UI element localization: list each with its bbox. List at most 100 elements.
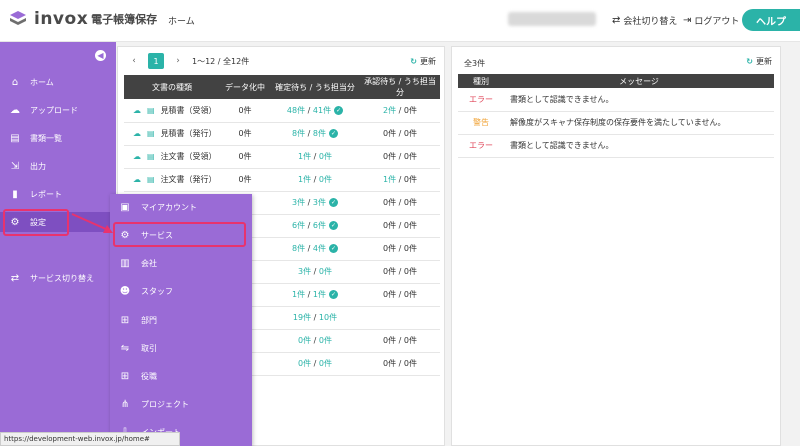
prev-page-icon[interactable]: ‹ xyxy=(126,53,142,69)
upload-icon: ☁ xyxy=(10,104,20,116)
table-row[interactable]: エラー 書類として認識できません。 xyxy=(458,134,774,158)
confirm-mine-link[interactable]: 0件 xyxy=(319,175,332,184)
file-icon: ▤ xyxy=(147,129,155,138)
submenu-item-project[interactable]: ⋔ プロジェクト xyxy=(110,394,252,414)
table-row[interactable]: ☁ ▤ 注文書（受領） 0件 1件 / 0件 0件 / 0件 xyxy=(124,145,440,169)
confirm-count-link[interactable]: 3件 xyxy=(292,198,305,207)
help-button[interactable]: ヘルプ xyxy=(742,9,800,31)
export-icon: ⇲ xyxy=(10,160,20,172)
submenu-item-company[interactable]: ▥ 会社 xyxy=(110,253,252,273)
sidebar-item-label: アップロード xyxy=(30,105,78,115)
annotation-arrow xyxy=(71,213,113,233)
sidebar-item-switch-service[interactable]: ⇄ サービス切り替え xyxy=(0,268,116,288)
confirm-count-link[interactable]: 48件 xyxy=(287,106,305,115)
confirm-count-link[interactable]: 1件 xyxy=(298,152,311,161)
sidebar-item-home[interactable]: ⌂ ホーム xyxy=(0,72,116,92)
switch-company-link[interactable]: ⇄ 会社切り替え xyxy=(612,14,677,27)
table-row[interactable]: ☁ ▤ 見積書（発行） 0件 8件 / 8件 ✓ 0件 / 0件 xyxy=(124,122,440,146)
switch-company-label: 会社切り替え xyxy=(623,17,678,27)
sidebar-item-documents[interactable]: ▤ 書類一覧 xyxy=(0,128,116,148)
message-type: エラー xyxy=(458,88,504,112)
table-row[interactable]: 警告 解像度がスキャナ保存制度の保存要件を満たしていません。 xyxy=(458,111,774,135)
confirm-cell: 3件 / 0件 xyxy=(270,260,360,284)
refresh-icon: ↻ xyxy=(410,57,417,66)
table-row[interactable]: エラー 書類として認識できません。 xyxy=(458,88,774,112)
confirm-mine-link[interactable]: 6件 xyxy=(313,221,326,230)
next-page-icon[interactable]: › xyxy=(170,53,186,69)
download-icon[interactable]: ☁ xyxy=(133,175,141,184)
sidebar-item-report[interactable]: ▮ レポート xyxy=(0,184,116,204)
confirm-count-link[interactable]: 19件 xyxy=(293,313,311,322)
confirm-cell: 0件 / 0件 xyxy=(270,352,360,376)
approve-cell: 0件 / 0件 xyxy=(360,122,440,146)
submenu-item-label: 会社 xyxy=(141,258,157,268)
confirm-cell: 48件 / 41件 ✓ xyxy=(270,99,360,123)
approve-mine: 0件 xyxy=(403,290,417,299)
sidebar-item-export[interactable]: ⇲ 出力 xyxy=(0,156,116,176)
submenu-item-label: スタッフ xyxy=(141,286,173,296)
submenu-item-department[interactable]: ⊞ 部門 xyxy=(110,310,252,330)
message-type: エラー xyxy=(458,134,504,158)
download-icon[interactable]: ☁ xyxy=(133,106,141,115)
logo[interactable]: invox 電子帳簿保存 xyxy=(8,9,157,29)
confirm-mine-link[interactable]: 0件 xyxy=(319,152,332,161)
table-row[interactable]: ☁ ▤ 注文書（発行） 0件 1件 / 0件 1件 / 0件 xyxy=(124,168,440,192)
download-icon[interactable]: ☁ xyxy=(133,152,141,161)
doc-type-label: 注文書（発行） xyxy=(160,175,217,184)
collapse-sidebar-icon[interactable]: ◀ xyxy=(95,50,106,61)
message-type: 警告 xyxy=(458,111,504,135)
approve-count: 0件 xyxy=(383,267,397,276)
confirm-cell: 6件 / 6件 ✓ xyxy=(270,214,360,238)
confirm-count-link[interactable]: 8件 xyxy=(292,244,305,253)
approve-mine: 0件 xyxy=(403,198,417,207)
message-text: 書類として認識できません。 xyxy=(504,134,774,158)
approve-cell: 0件 / 0件 xyxy=(360,260,440,284)
approve-count[interactable]: 2件 xyxy=(383,106,396,115)
logout-link[interactable]: ⇥ ログアウト xyxy=(683,14,739,27)
sidebar-item-upload[interactable]: ☁ アップロード xyxy=(0,100,116,120)
confirm-count-link[interactable]: 0件 xyxy=(298,359,311,368)
confirm-mine-link[interactable]: 1件 xyxy=(313,290,326,299)
confirm-mine-link[interactable]: 10件 xyxy=(319,313,337,322)
download-icon[interactable]: ☁ xyxy=(133,129,141,138)
confirm-cell: 0件 / 0件 xyxy=(270,329,360,353)
submenu-item-transaction[interactable]: ⇋ 取引 xyxy=(110,338,252,358)
submenu-item-my-account[interactable]: ▣ マイアカウント xyxy=(110,197,252,217)
confirm-mine-link[interactable]: 0件 xyxy=(319,336,332,345)
refresh-button[interactable]: ↻ 更新 xyxy=(410,56,436,67)
approve-cell: 1件 / 0件 xyxy=(360,168,440,192)
approve-cell: 0件 / 0件 xyxy=(360,237,440,261)
table-row[interactable]: ☁ ▤ 見積書（受領） 0件 48件 / 41件 ✓ 2件 / 0件 xyxy=(124,99,440,123)
submenu-item-label: マイアカウント xyxy=(141,202,197,212)
submenu-item-staff[interactable]: ☻ スタッフ xyxy=(110,281,252,301)
message-text: 書類として認識できません。 xyxy=(504,88,774,112)
message-text: 解像度がスキャナ保存制度の保存要件を満たしていません。 xyxy=(504,111,774,135)
submenu-item-position[interactable]: ⊞ 役職 xyxy=(110,366,252,386)
check-circle-icon: ✓ xyxy=(328,244,338,253)
digitizing-cell: 0件 xyxy=(220,168,270,192)
confirm-mine-link[interactable]: 41件 xyxy=(313,106,331,115)
approve-cell xyxy=(360,306,440,330)
doc-type-cell: ☁ ▤ 注文書（発行） xyxy=(124,168,220,192)
message-count: 全3件 xyxy=(464,59,486,68)
approve-cell: 0件 / 0件 xyxy=(360,214,440,238)
current-page-button[interactable]: 1 xyxy=(148,53,164,69)
doc-type-cell: ☁ ▤ 見積書（受領） xyxy=(124,99,220,123)
confirm-count-link[interactable]: 0件 xyxy=(298,336,311,345)
nav-home-link[interactable]: ホーム xyxy=(168,14,195,27)
confirm-mine-link[interactable]: 3件 xyxy=(313,198,326,207)
confirm-count-link[interactable]: 1件 xyxy=(298,175,311,184)
refresh-button[interactable]: ↻ 更新 xyxy=(746,56,772,67)
project-icon: ⋔ xyxy=(120,398,130,410)
confirm-mine-link[interactable]: 0件 xyxy=(319,267,332,276)
check-circle-icon: ✓ xyxy=(328,221,338,230)
confirm-mine-link[interactable]: 0件 xyxy=(319,359,332,368)
confirm-count-link[interactable]: 3件 xyxy=(298,267,311,276)
confirm-count-link[interactable]: 6件 xyxy=(292,221,305,230)
table-header-row: 種別 メッセージ xyxy=(458,74,774,88)
approve-count[interactable]: 1件 xyxy=(383,175,396,184)
confirm-mine-link[interactable]: 8件 xyxy=(313,129,326,138)
confirm-mine-link[interactable]: 4件 xyxy=(313,244,326,253)
confirm-count-link[interactable]: 1件 xyxy=(292,290,305,299)
confirm-count-link[interactable]: 8件 xyxy=(292,129,305,138)
